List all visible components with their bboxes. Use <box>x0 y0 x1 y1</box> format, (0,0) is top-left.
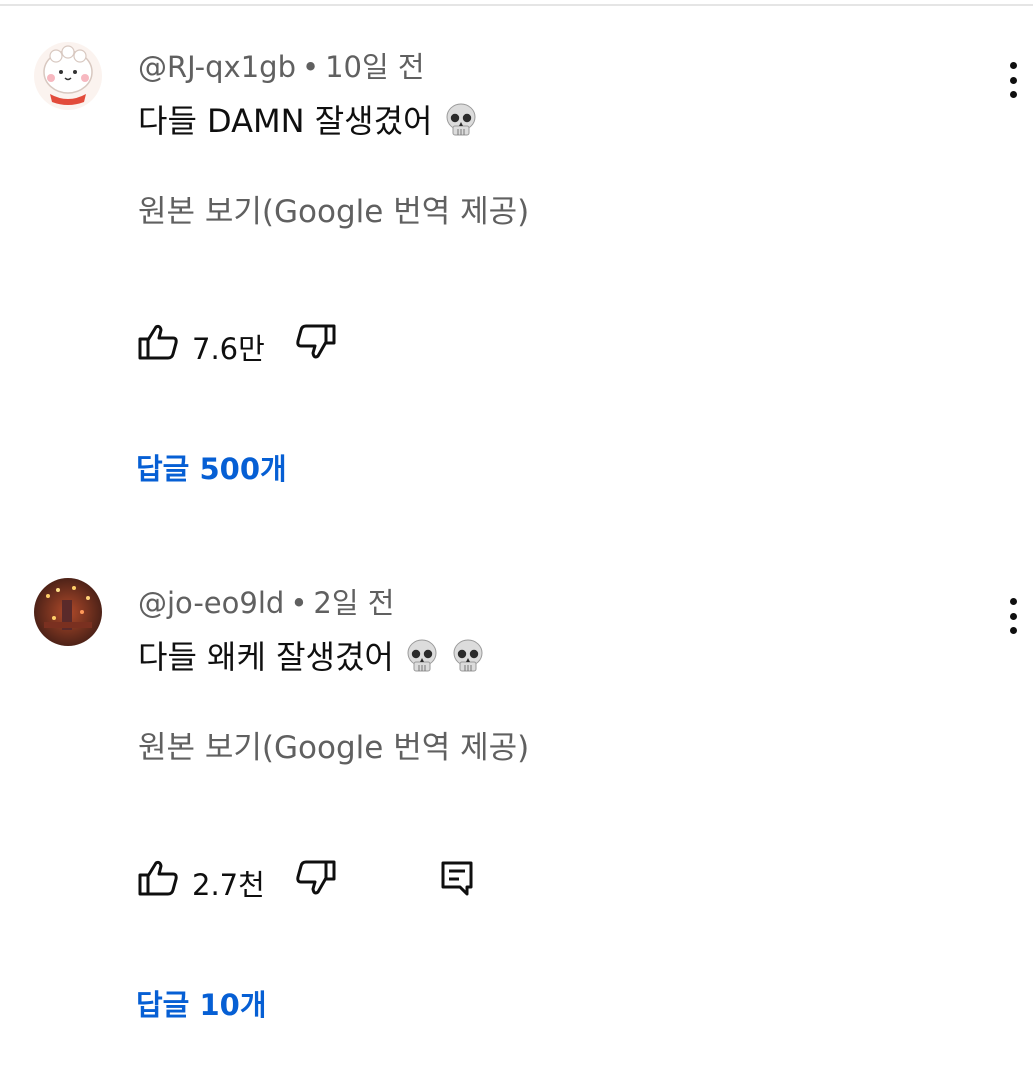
comment-text: 다들 DAMN 잘생겼어 <box>138 96 479 146</box>
top-divider <box>0 4 1033 6</box>
avatar-character-icon <box>34 42 102 110</box>
thumb-down-icon <box>296 324 336 359</box>
comment-time[interactable]: 10일 전 <box>325 50 424 84</box>
like-count: 2.7천 <box>192 868 265 902</box>
comment-thread: @jo-eo9ld • 2일 전 다들 왜케 잘생겼어 원본 보기(Google 번… <box>0 572 1033 1072</box>
comment-thread: @RJ-qx1gb • 10일 전 다들 DAMN 잘생겼어 원본 보기(Googl… <box>0 36 1033 536</box>
view-original-link[interactable]: 원본 보기(Google 번역 제공) <box>138 186 529 231</box>
replies-toggle[interactable]: 답글 10개 <box>136 982 267 1024</box>
comment-time[interactable]: 2일 전 <box>313 586 394 620</box>
comment-body: 다들 왜케 잘생겼어 <box>138 638 394 676</box>
reply-icon <box>441 861 473 896</box>
more-vert-icon[interactable] <box>998 58 1028 102</box>
comment-meta: @jo-eo9ld • 2일 전 <box>138 580 394 622</box>
comment-body: 다들 DAMN 잘생겼어 <box>138 102 433 140</box>
avatar[interactable] <box>34 42 102 110</box>
skull-emoji <box>450 638 486 682</box>
like-count: 7.6만 <box>192 332 265 366</box>
like-button[interactable] <box>136 322 180 362</box>
thumb-up-icon <box>138 860 178 896</box>
author-name[interactable]: @RJ-qx1gb <box>138 50 296 84</box>
thumb-down-icon <box>296 860 336 895</box>
replies-toggle[interactable]: 답글 500개 <box>136 446 287 488</box>
view-original-link[interactable]: 원본 보기(Google 번역 제공) <box>138 722 529 767</box>
dislike-button[interactable] <box>294 858 338 898</box>
skull-emoji <box>443 102 479 146</box>
avatar-photo-icon <box>34 578 102 646</box>
separator-dot: • <box>301 50 320 84</box>
author-name[interactable]: @jo-eo9ld <box>138 586 284 620</box>
avatar[interactable] <box>34 578 102 646</box>
comment-meta: @RJ-qx1gb • 10일 전 <box>138 44 425 86</box>
separator-dot: • <box>290 586 308 620</box>
skull-emoji <box>404 638 440 682</box>
comment-text: 다들 왜케 잘생겼어 <box>138 632 486 682</box>
reply-button[interactable] <box>438 858 478 898</box>
thumb-up-icon <box>138 324 178 360</box>
more-vert-icon[interactable] <box>998 594 1028 638</box>
dislike-button[interactable] <box>294 322 338 362</box>
like-button[interactable] <box>136 858 180 898</box>
